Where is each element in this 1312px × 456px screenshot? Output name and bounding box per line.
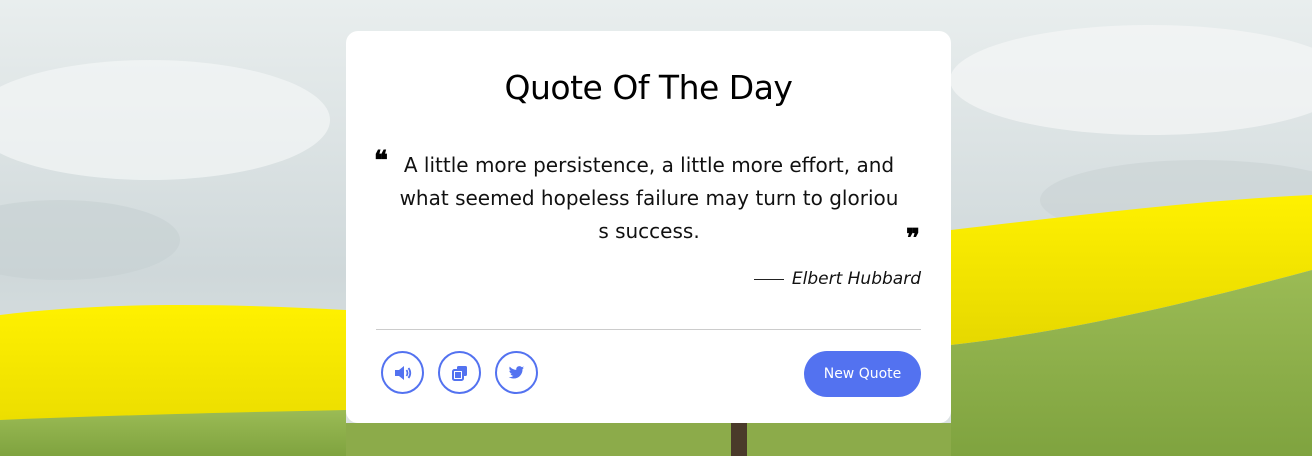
quote-card: Quote Of The Day ❝ A little more persist… <box>346 31 951 423</box>
twitter-icon <box>508 365 525 379</box>
new-quote-button[interactable]: New Quote <box>804 351 921 397</box>
author-line: Elbert Hubbard <box>753 269 921 289</box>
divider <box>376 329 921 330</box>
close-quote-icon: ❞ <box>906 224 920 254</box>
copy-icon <box>451 365 467 381</box>
copy-button[interactable] <box>438 351 481 394</box>
open-quote-icon: ❝ <box>374 146 388 176</box>
card-title: Quote Of The Day <box>504 68 793 107</box>
tweet-button[interactable] <box>495 351 538 394</box>
author-name: Elbert Hubbard <box>791 269 921 289</box>
quote-text: A little more persistence, a little more… <box>399 153 899 243</box>
speak-button[interactable] <box>381 351 424 394</box>
author-dash <box>753 278 784 280</box>
speaker-icon <box>394 365 411 380</box>
